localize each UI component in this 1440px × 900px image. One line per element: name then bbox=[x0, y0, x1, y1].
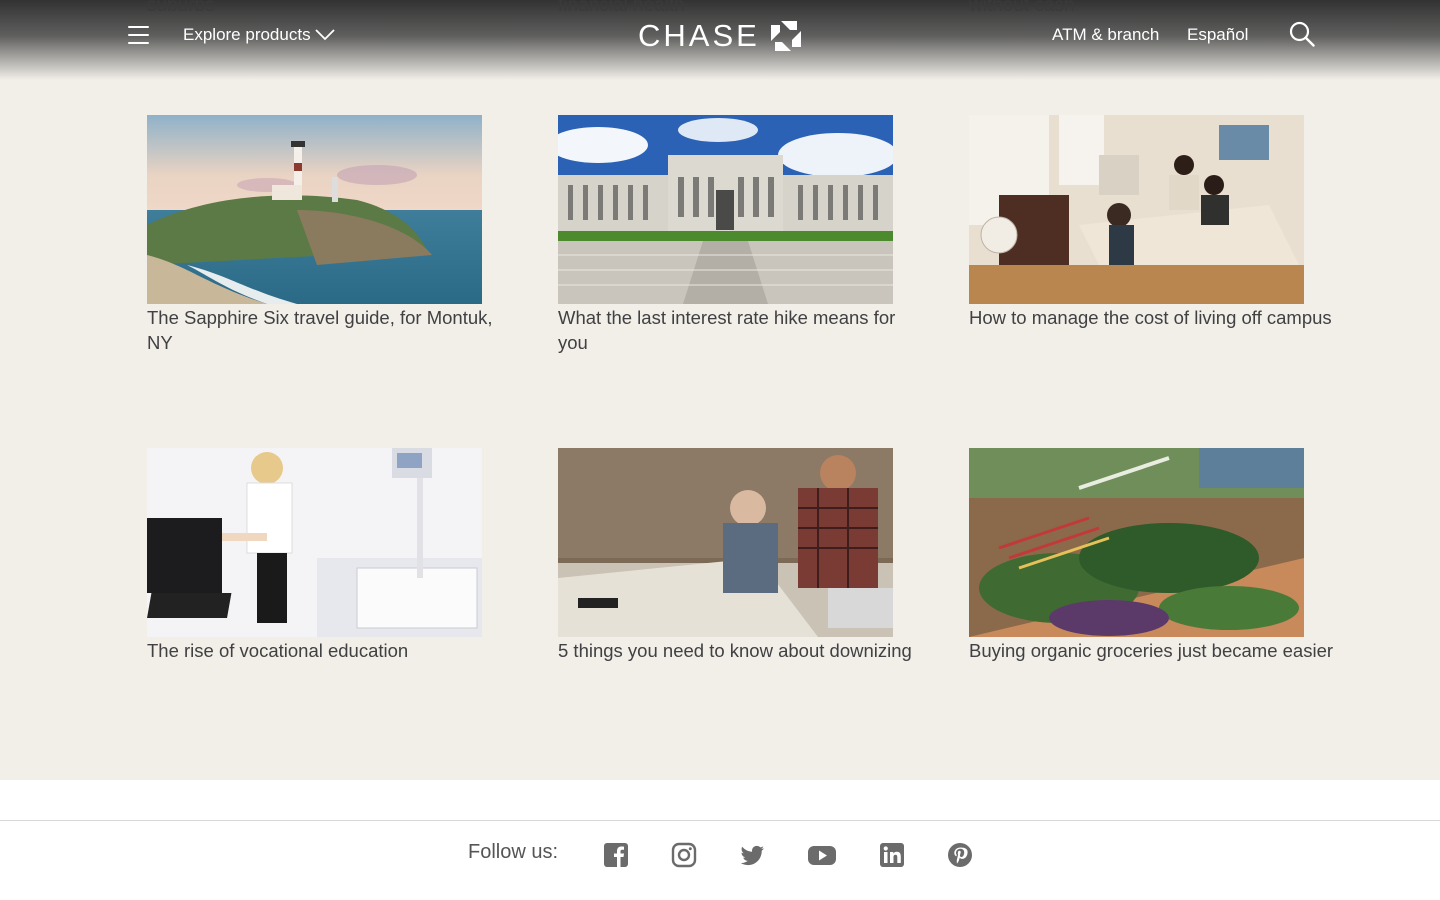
men-at-table-photo[interactable] bbox=[558, 448, 893, 637]
chevron-down-icon bbox=[314, 29, 335, 41]
article-title[interactable]: What the last interest rate hike means f… bbox=[558, 304, 923, 355]
footer-divider bbox=[0, 780, 1440, 821]
chase-octagon-icon bbox=[770, 21, 801, 51]
atm-branch-link[interactable]: ATM & branch bbox=[1052, 25, 1159, 45]
search-icon[interactable] bbox=[1289, 21, 1315, 47]
article-card[interactable]: How to manage the cost of living off cam… bbox=[969, 115, 1334, 330]
article-title[interactable]: How to manage the cost of living off cam… bbox=[969, 304, 1334, 330]
article-title[interactable]: Buying organic groceries just became eas… bbox=[969, 637, 1334, 663]
site-footer: Follow us: bbox=[0, 821, 1440, 900]
espanol-link[interactable]: Español bbox=[1187, 25, 1248, 45]
article-title[interactable]: The Sapphire Six travel guide, for Montu… bbox=[147, 304, 512, 355]
article-card[interactable]: Buying organic groceries just became eas… bbox=[969, 448, 1334, 663]
explore-products-label: Explore products bbox=[183, 25, 311, 44]
explore-products-button[interactable]: Explore products bbox=[183, 25, 335, 45]
pinterest-icon[interactable] bbox=[946, 841, 974, 869]
article-card[interactable]: 5 things you need to know about downizin… bbox=[558, 448, 923, 663]
vegetables-photo[interactable] bbox=[969, 448, 1304, 637]
site-header: suburbs financial health without cash Ex… bbox=[0, 0, 1440, 80]
article-title[interactable]: 5 things you need to know about downizin… bbox=[558, 637, 923, 663]
technician-photo[interactable] bbox=[147, 448, 482, 637]
previous-article-caption[interactable]: suburbs bbox=[147, 0, 215, 17]
youtube-icon[interactable] bbox=[807, 841, 837, 869]
follow-us-label: Follow us: bbox=[468, 841, 559, 863]
students-room-photo[interactable] bbox=[969, 115, 1304, 304]
previous-article-caption[interactable]: financial health bbox=[558, 0, 685, 17]
previous-article-caption[interactable]: without cash bbox=[969, 0, 1075, 17]
chase-logo[interactable]: CHASE bbox=[638, 20, 802, 52]
twitter-icon[interactable] bbox=[738, 841, 766, 869]
linkedin-icon[interactable] bbox=[878, 841, 906, 869]
article-title[interactable]: The rise of vocational education bbox=[147, 637, 512, 663]
facebook-icon[interactable] bbox=[602, 841, 630, 869]
federal-building-photo[interactable] bbox=[558, 115, 893, 304]
article-card[interactable]: The Sapphire Six travel guide, for Montu… bbox=[147, 115, 512, 355]
menu-icon[interactable] bbox=[128, 26, 149, 44]
article-card[interactable]: What the last interest rate hike means f… bbox=[558, 115, 923, 355]
instagram-icon[interactable] bbox=[670, 841, 698, 869]
article-card[interactable]: The rise of vocational education bbox=[147, 448, 512, 663]
lighthouse-photo[interactable] bbox=[147, 115, 482, 304]
logo-wordmark: CHASE bbox=[638, 18, 760, 53]
